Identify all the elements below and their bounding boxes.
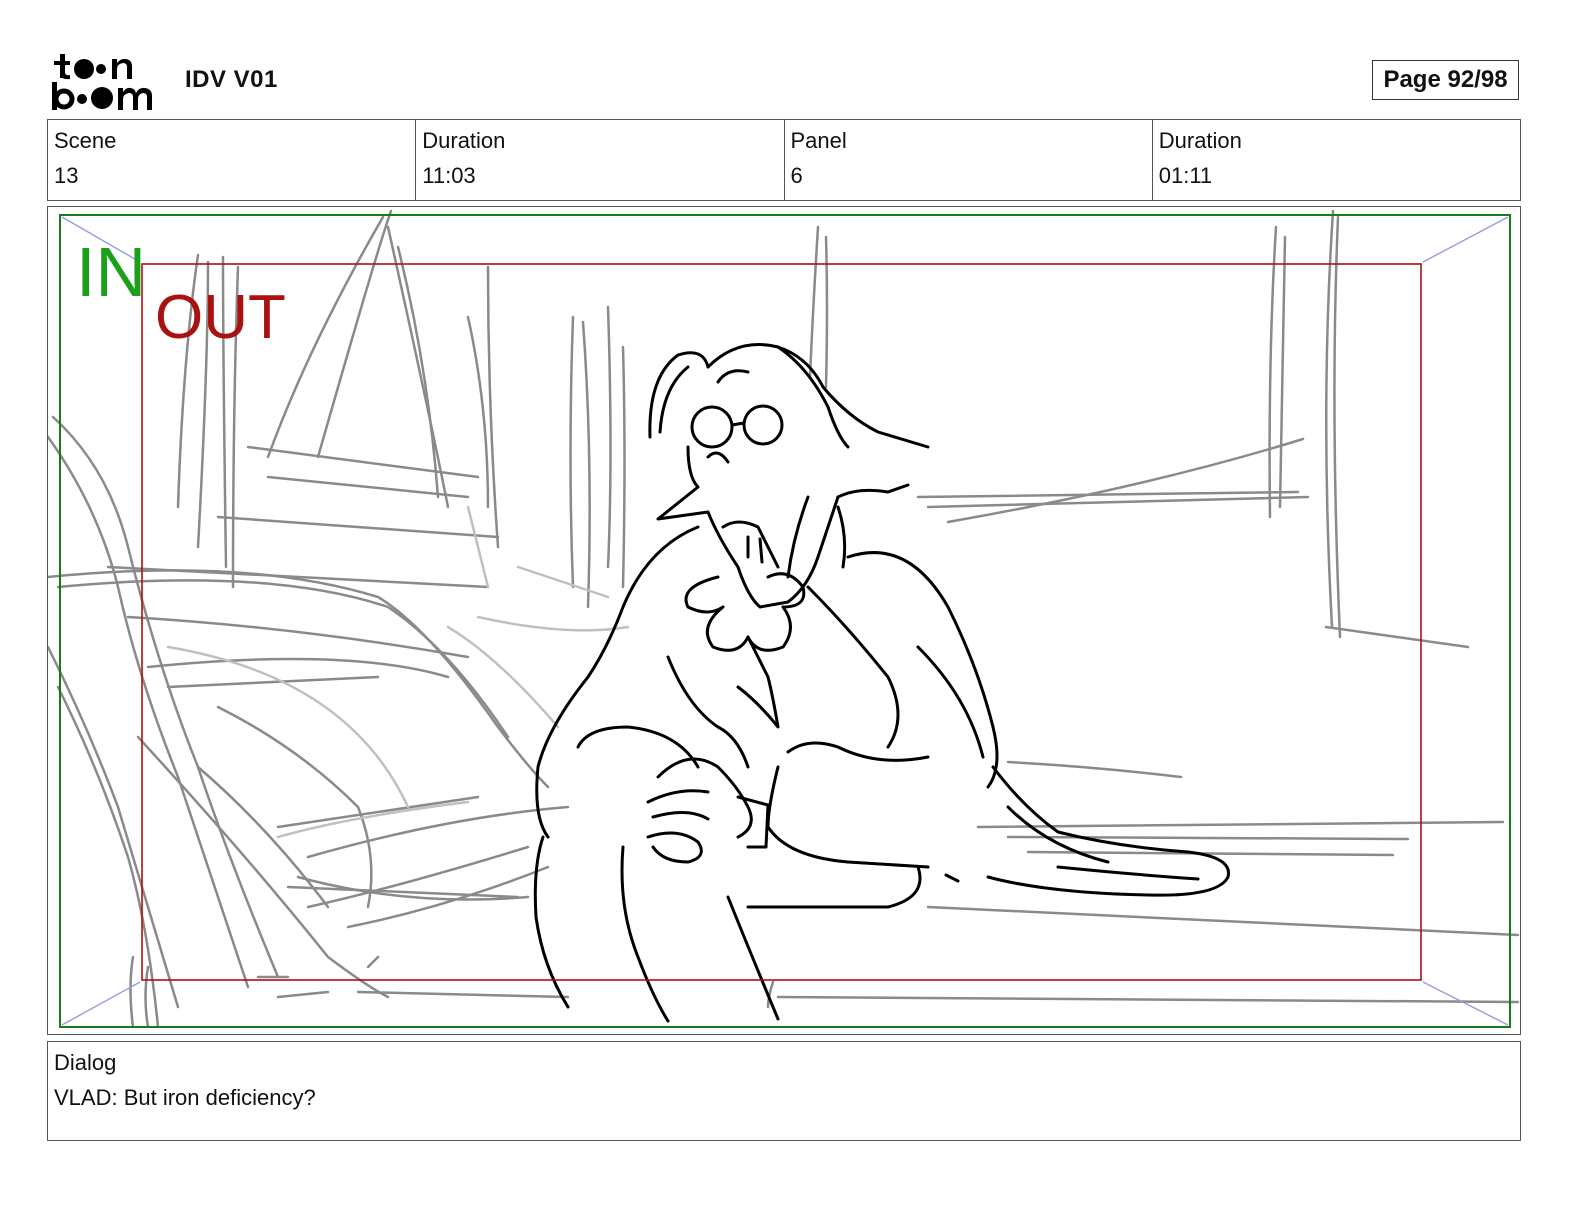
dialog-text: VLAD: But iron deficiency? [54, 1085, 316, 1110]
in-label: IN [76, 233, 146, 311]
panel-duration-label: Duration [1158, 128, 1242, 153]
dialog-label: Dialog [54, 1050, 117, 1075]
scene-value: 13 [54, 163, 79, 188]
scene-cell: Scene 13 [48, 120, 417, 200]
panel-duration-cell: Duration 01:11 [1153, 120, 1520, 200]
scene-label: Scene [54, 128, 117, 153]
scene-duration-cell: Duration 11:03 [416, 120, 785, 200]
panel-duration-value: 01:11 [1158, 163, 1213, 188]
character-drawing [533, 343, 1230, 1023]
panel-label: Panel [790, 128, 847, 153]
dialog-box: Dialog VLAD: But iron deficiency? [47, 1041, 1521, 1141]
panel-value: 6 [790, 163, 803, 188]
page-number: Page 92/98 [1372, 60, 1519, 100]
background-sketch-light [166, 505, 630, 839]
storyboard-frame: IN OUT [47, 206, 1521, 1035]
project-title: IDV V01 [185, 66, 278, 93]
panel-info-row: Scene 13 Duration 11:03 Panel 6 Duration… [47, 119, 1521, 201]
out-label: OUT [155, 283, 286, 352]
toon-boom-logo [52, 52, 164, 112]
panel-cell: Panel 6 [785, 120, 1153, 200]
scene-duration-label: Duration [422, 128, 506, 153]
scene-duration-value: 11:03 [422, 163, 476, 188]
